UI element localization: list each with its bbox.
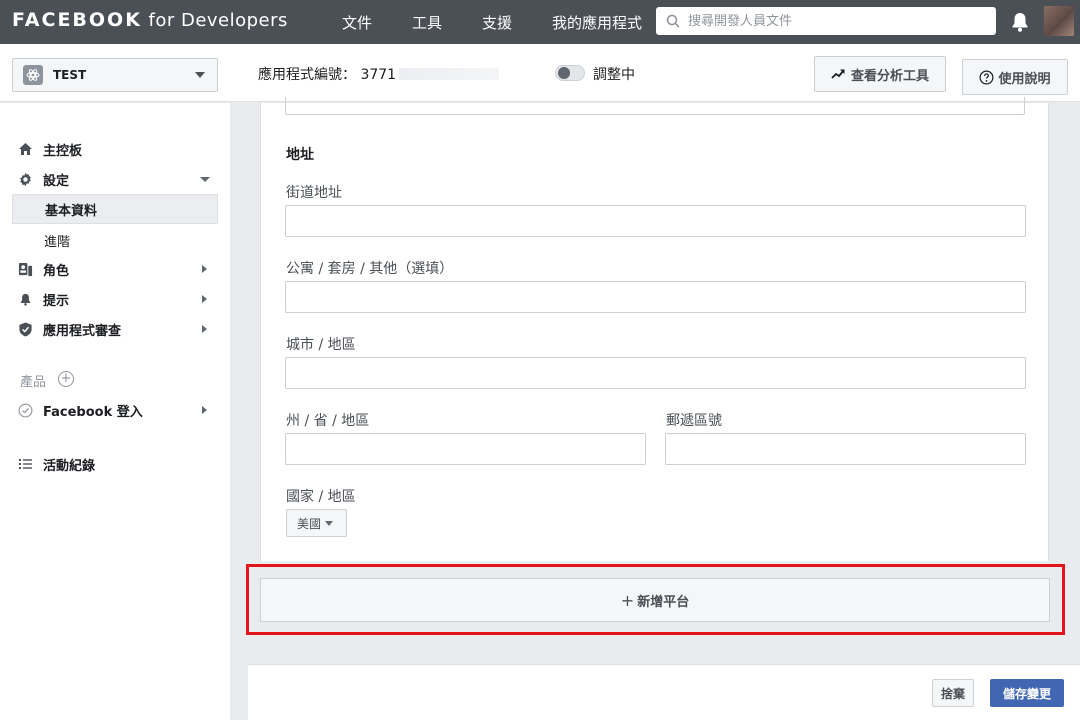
save-label: 儲存變更 <box>1002 686 1051 701</box>
zip-input[interactable] <box>665 433 1026 465</box>
sidebar-item-facebook-login[interactable]: Facebook 登入 <box>18 399 143 421</box>
country-label: 國家 / 地區 <box>286 489 356 505</box>
nav-link-my-apps[interactable]: 我的應用程式 <box>552 12 642 33</box>
chevron-down-icon <box>325 520 334 526</box>
chevron-right-icon <box>202 325 207 333</box>
chevron-right-icon <box>202 406 207 414</box>
sidebar-item-label: 應用程式審查 <box>43 323 122 339</box>
search-box[interactable] <box>656 7 996 35</box>
app-id-value: 3771 <box>360 67 397 83</box>
trending-up-icon <box>831 69 845 79</box>
state-label: 州 / 省 / 地區 <box>286 413 370 429</box>
view-analytics-button[interactable]: 查看分析工具 <box>814 56 946 92</box>
shield-check-icon <box>19 321 32 337</box>
sidebar-item-label: 設定 <box>43 173 70 189</box>
add-product-icon[interactable]: + <box>58 371 74 387</box>
bell-icon <box>20 293 31 306</box>
chevron-right-icon <box>202 265 207 273</box>
country-select[interactable]: 美國 <box>286 509 347 537</box>
plus-icon: + <box>620 590 635 610</box>
zip-label: 郵遞區號 <box>666 413 722 429</box>
app-id-redaction <box>399 68 499 80</box>
top-navbar: FACEBOOK for Developers 文件 工具 支援 我的應用程式 <box>0 0 1080 44</box>
street-label: 街道地址 <box>286 185 342 201</box>
search-input[interactable] <box>688 13 988 29</box>
sidebar-item-label: 主控板 <box>43 143 83 159</box>
chevron-down-icon <box>195 72 205 78</box>
previous-field-input[interactable] <box>285 97 1025 115</box>
app-id: 應用程式編號： 3771 <box>258 64 396 84</box>
app-selector[interactable]: TEST <box>12 58 218 92</box>
list-icon <box>19 459 32 469</box>
view-analytics-label: 查看分析工具 <box>850 68 929 84</box>
home-icon <box>19 143 32 155</box>
city-input[interactable] <box>285 357 1026 389</box>
sidebar-item-label: 基本資料 <box>45 203 98 219</box>
nav-link-tools[interactable]: 工具 <box>412 12 442 33</box>
apt-label: 公寓 / 套房 / 其他（選填） <box>286 261 454 277</box>
sidebar-item-settings[interactable]: 設定 <box>18 168 69 190</box>
sidebar-item-roles[interactable]: 角色 <box>18 258 69 280</box>
chevron-down-icon <box>200 177 210 182</box>
brand-sub: for Developers <box>148 10 288 31</box>
sidebar-subitem-advanced[interactable]: 進階 <box>12 225 218 255</box>
products-heading: 產品 <box>20 375 47 390</box>
app-header: TEST 應用程式編號： 3771 調整中 查看分析工具 使用說明 <box>0 44 1080 102</box>
search-icon <box>666 14 680 28</box>
nav-link-support[interactable]: 支援 <box>482 12 512 33</box>
discard-button[interactable]: 捨棄 <box>932 679 974 707</box>
footer-bar: 捨棄 儲存變更 <box>248 664 1080 720</box>
discard-label: 捨棄 <box>940 686 965 701</box>
help-label: 使用說明 <box>998 71 1051 87</box>
country-value: 美國 <box>297 516 322 531</box>
toggle-knob <box>558 67 570 79</box>
help-button[interactable]: 使用說明 <box>962 59 1068 95</box>
address-card: 地址 街道地址 公寓 / 套房 / 其他（選填） 城市 / 地區 州 / 省 /… <box>260 97 1049 561</box>
check-circle-icon <box>18 403 33 417</box>
sidebar-item-label: 進階 <box>44 234 71 250</box>
sidebar-item-app-review[interactable]: 應用程式審查 <box>18 318 121 340</box>
brand-main: FACEBOOK <box>12 9 142 31</box>
avatar[interactable] <box>1044 6 1074 36</box>
mode-label: 調整中 <box>593 67 635 83</box>
chevron-right-icon <box>202 295 207 303</box>
app-id-label: 應用程式編號： <box>258 67 356 83</box>
save-changes-button[interactable]: 儲存變更 <box>990 679 1064 707</box>
add-platform-button[interactable]: + 新增平台 <box>260 578 1050 622</box>
state-input[interactable] <box>285 433 646 465</box>
sidebar: 主控板 設定 基本資料 進階 角色 提示 應用程式審查 產品 + Faceboo… <box>0 103 230 720</box>
sidebar-item-label: 活動紀錄 <box>43 458 96 474</box>
sidebar-item-activity-log[interactable]: 活動紀錄 <box>18 453 95 475</box>
street-input[interactable] <box>285 205 1026 237</box>
address-section-title: 地址 <box>286 147 314 163</box>
apt-input[interactable] <box>285 281 1026 313</box>
add-platform-label: 新增平台 <box>637 594 690 610</box>
brand-logo[interactable]: FACEBOOK for Developers <box>12 9 288 31</box>
roles-icon <box>18 262 33 276</box>
sidebar-item-dashboard[interactable]: 主控板 <box>18 138 82 160</box>
app-icon <box>23 65 43 85</box>
city-label: 城市 / 地區 <box>286 337 356 353</box>
sidebar-item-label: 提示 <box>43 293 70 309</box>
mode-toggle[interactable] <box>555 65 585 81</box>
sidebar-item-alerts[interactable]: 提示 <box>18 288 69 310</box>
gear-icon <box>20 172 31 186</box>
nav-link-docs[interactable]: 文件 <box>342 12 372 33</box>
bell-icon[interactable] <box>1008 10 1032 34</box>
app-name: TEST <box>53 68 87 82</box>
sidebar-item-label: Facebook 登入 <box>43 404 143 420</box>
sidebar-item-label: 角色 <box>43 263 70 279</box>
sidebar-subitem-basic[interactable]: 基本資料 <box>12 194 218 224</box>
question-icon <box>979 70 994 84</box>
